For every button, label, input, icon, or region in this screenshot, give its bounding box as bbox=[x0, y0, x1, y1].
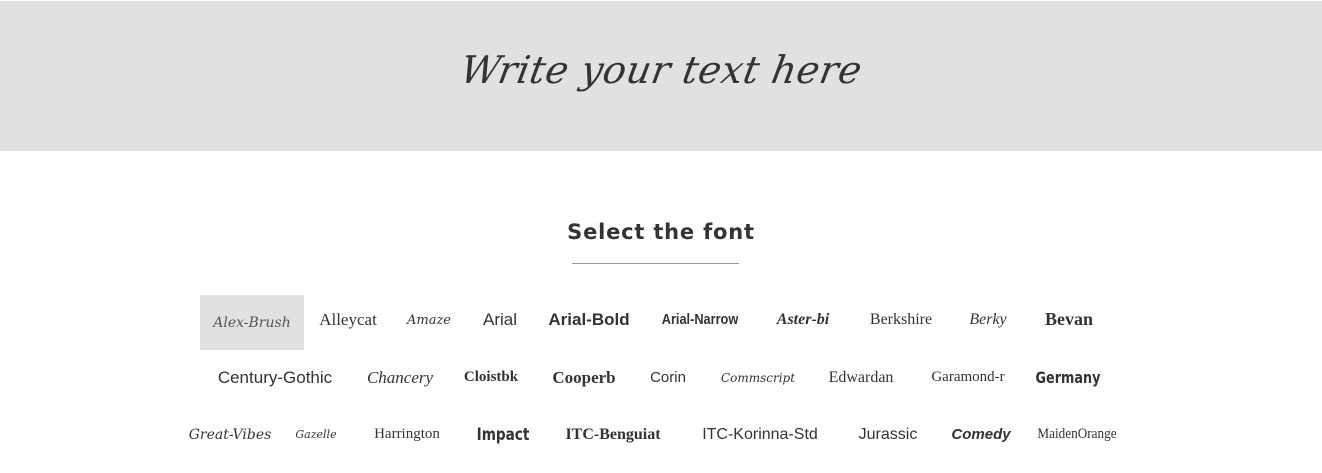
font-option-garamond-r[interactable]: Garamond-r bbox=[924, 350, 1012, 405]
font-option-gazelle[interactable]: Gazelle bbox=[292, 407, 340, 462]
font-option-maidenorange[interactable]: MaidenOrange bbox=[1037, 407, 1116, 462]
font-option-berky[interactable]: Berky bbox=[962, 292, 1014, 347]
font-option-harrington[interactable]: Harrington bbox=[362, 407, 452, 462]
font-option-bevan[interactable]: Bevan bbox=[1036, 292, 1102, 347]
font-option-alleycat[interactable]: Alleycat bbox=[316, 292, 380, 347]
text-preview-area[interactable]: Write your text here bbox=[0, 1, 1322, 151]
font-option-edwardan[interactable]: Edwardan bbox=[820, 350, 902, 405]
section-title: Select the font bbox=[567, 220, 755, 244]
font-option-aster-bi[interactable]: Aster-bi bbox=[768, 292, 838, 347]
font-option-itc-benguiat[interactable]: ITC-Benguiat bbox=[554, 407, 672, 462]
font-option-jurassic[interactable]: Jurassic bbox=[850, 407, 926, 462]
font-option-arial-bold[interactable]: Arial-Bold bbox=[545, 292, 633, 347]
font-option-alex-brush[interactable]: Alex-Brush bbox=[200, 295, 304, 350]
font-option-berkshire[interactable]: Berkshire bbox=[860, 292, 942, 347]
font-option-amaze[interactable]: Amaze bbox=[400, 293, 458, 348]
preview-text[interactable]: Write your text here bbox=[457, 48, 865, 92]
font-option-itc-korinna-std[interactable]: ITC-Korinna-Std bbox=[694, 407, 826, 462]
font-option-germany[interactable]: Germany bbox=[1036, 350, 1101, 405]
font-option-chancery[interactable]: Chancery bbox=[364, 350, 436, 405]
font-option-corin[interactable]: Corin bbox=[646, 350, 690, 405]
font-option-impact[interactable]: Impact bbox=[477, 407, 530, 462]
font-option-arial[interactable]: Arial bbox=[478, 292, 522, 347]
font-option-cloistbk[interactable]: Cloistbk bbox=[460, 350, 522, 405]
font-option-comedy[interactable]: Comedy bbox=[950, 407, 1012, 462]
font-option-century-gothic[interactable]: Century-Gothic bbox=[208, 350, 342, 405]
font-option-commscript[interactable]: Commscript bbox=[716, 350, 800, 405]
font-option-great-vibes[interactable]: Great-Vibes bbox=[189, 407, 272, 462]
title-underline bbox=[572, 263, 739, 264]
font-option-arial-narrow[interactable]: Arial-Narrow bbox=[658, 292, 743, 347]
font-option-cooperb[interactable]: Cooperb bbox=[544, 350, 624, 405]
